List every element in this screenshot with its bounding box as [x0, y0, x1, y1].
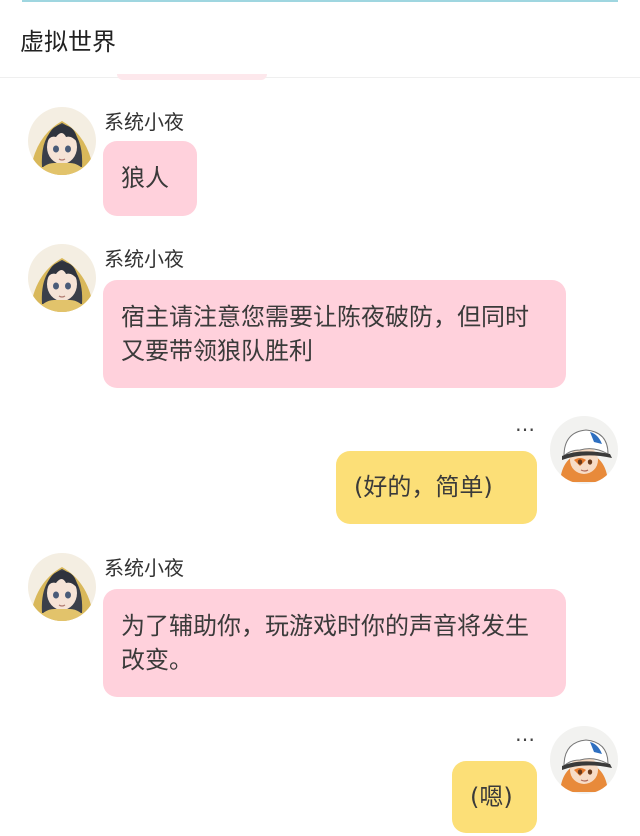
- system-avatar-icon[interactable]: [28, 553, 96, 621]
- chat-title: 虚拟世界: [20, 28, 116, 56]
- system-avatar-icon[interactable]: [28, 244, 96, 312]
- system-avatar-icon[interactable]: [28, 107, 96, 175]
- sender-name: 系统小夜: [104, 110, 184, 134]
- message-bubble[interactable]: (好的，简单): [336, 451, 537, 524]
- sender-name: …: [515, 412, 536, 436]
- sender-name: 系统小夜: [104, 247, 184, 271]
- message-bubble[interactable]: 宿主请注意您需要让陈夜破防，但同时又要带领狼队胜利: [103, 280, 566, 388]
- chat-header: 虚拟世界: [0, 0, 640, 78]
- message-bubble[interactable]: 狼人: [103, 141, 197, 216]
- user-avatar-icon[interactable]: [550, 416, 618, 484]
- sender-name: 系统小夜: [104, 556, 184, 580]
- header-accent-line: [22, 0, 618, 2]
- message-bubble[interactable]: (嗯): [452, 761, 537, 833]
- previous-bubble-edge: [117, 74, 267, 80]
- message-bubble[interactable]: 为了辅助你，玩游戏时你的声音将发生改变。: [103, 589, 566, 697]
- user-avatar-icon[interactable]: [550, 726, 618, 794]
- sender-name: …: [515, 722, 536, 746]
